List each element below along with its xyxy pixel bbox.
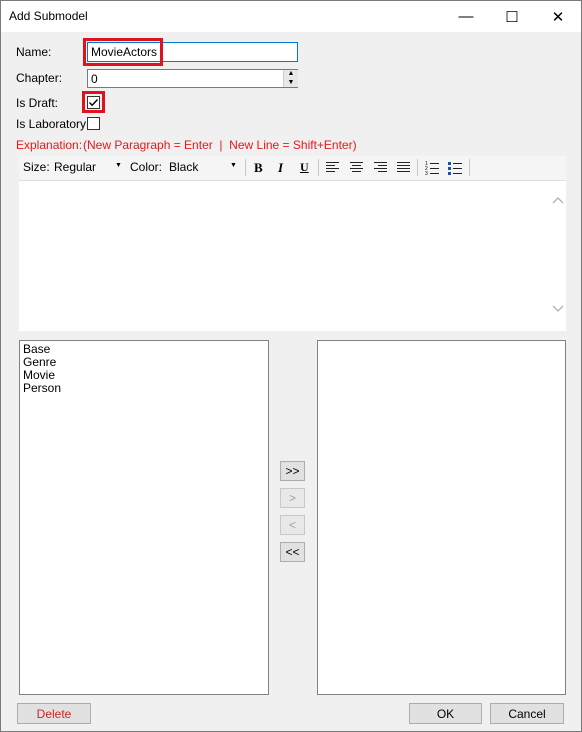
draft-highlight-box bbox=[82, 91, 105, 113]
is-laboratory-label: Is Laboratory: bbox=[16, 117, 90, 131]
delete-button[interactable]: Delete bbox=[17, 703, 91, 724]
toolbar-separator bbox=[469, 159, 470, 176]
size-label: Size: bbox=[23, 160, 50, 174]
stepper-up-icon[interactable]: ▲ bbox=[283, 70, 298, 78]
scroll-down-icon[interactable] bbox=[552, 305, 564, 313]
underline-icon[interactable]: U bbox=[300, 160, 309, 175]
minimize-icon[interactable]: — bbox=[443, 1, 489, 32]
available-models-list[interactable]: Base Genre Movie Person bbox=[19, 340, 269, 695]
remove-one-button[interactable]: < bbox=[280, 515, 305, 535]
add-submodel-dialog: Add Submodel — ☐ ✕ Name: MovieActors Cha… bbox=[0, 0, 582, 732]
size-value: Regular bbox=[54, 160, 97, 174]
stepper-down-icon[interactable]: ▼ bbox=[283, 78, 298, 87]
formatting-toolbar: Size: Regular ▼ Color: Black ▼ B I U 1 2 bbox=[19, 156, 566, 181]
add-all-button[interactable]: >> bbox=[280, 461, 305, 481]
selected-models-list[interactable] bbox=[317, 340, 566, 695]
ok-button[interactable]: OK bbox=[409, 703, 482, 724]
chevron-down-icon: ▼ bbox=[115, 162, 122, 169]
explanation-hint: (New Paragraph = Enter | New Line = Shif… bbox=[83, 138, 357, 152]
toolbar-separator bbox=[318, 159, 319, 176]
chevron-down-icon: ▼ bbox=[230, 162, 237, 169]
maximize-icon[interactable]: ☐ bbox=[489, 1, 535, 32]
align-right-icon[interactable] bbox=[374, 162, 387, 174]
remove-all-button[interactable]: << bbox=[280, 542, 305, 562]
align-center-icon[interactable] bbox=[350, 162, 363, 174]
chapter-stepper[interactable]: 0 bbox=[87, 69, 298, 88]
toolbar-separator bbox=[417, 159, 418, 176]
add-one-button[interactable]: > bbox=[280, 488, 305, 508]
bullet-list-icon[interactable] bbox=[448, 160, 462, 175]
list-item[interactable]: Base bbox=[20, 343, 268, 356]
cancel-button[interactable]: Cancel bbox=[490, 703, 564, 724]
is-laboratory-checkbox[interactable] bbox=[87, 117, 100, 130]
align-justify-icon[interactable] bbox=[397, 162, 410, 174]
chapter-label: Chapter: bbox=[16, 71, 63, 85]
name-highlight-box bbox=[83, 38, 163, 66]
color-label: Color: bbox=[130, 160, 163, 174]
window-title: Add Submodel bbox=[9, 9, 88, 23]
color-dropdown[interactable]: Black ▼ bbox=[166, 158, 240, 177]
close-icon[interactable]: ✕ bbox=[535, 1, 581, 32]
color-value: Black bbox=[169, 160, 199, 174]
list-item[interactable]: Person bbox=[20, 382, 268, 395]
svg-text:3: 3 bbox=[425, 171, 428, 175]
italic-icon[interactable]: I bbox=[278, 160, 283, 176]
name-label: Name: bbox=[16, 45, 52, 59]
explanation-label: Explanation: bbox=[16, 138, 83, 152]
align-left-icon[interactable] bbox=[326, 162, 339, 174]
numbered-list-icon[interactable]: 1 2 3 bbox=[425, 160, 439, 175]
title-bar[interactable]: Add Submodel — ☐ ✕ bbox=[1, 1, 581, 32]
size-dropdown[interactable]: Regular ▼ bbox=[51, 158, 125, 177]
explanation-editor[interactable] bbox=[19, 181, 566, 331]
list-item[interactable]: Genre bbox=[20, 356, 268, 369]
chapter-value: 0 bbox=[91, 72, 98, 86]
toolbar-separator bbox=[245, 159, 246, 176]
bold-icon[interactable]: B bbox=[254, 160, 263, 176]
scroll-up-icon[interactable] bbox=[552, 196, 564, 204]
is-draft-label: Is Draft: bbox=[16, 96, 59, 110]
